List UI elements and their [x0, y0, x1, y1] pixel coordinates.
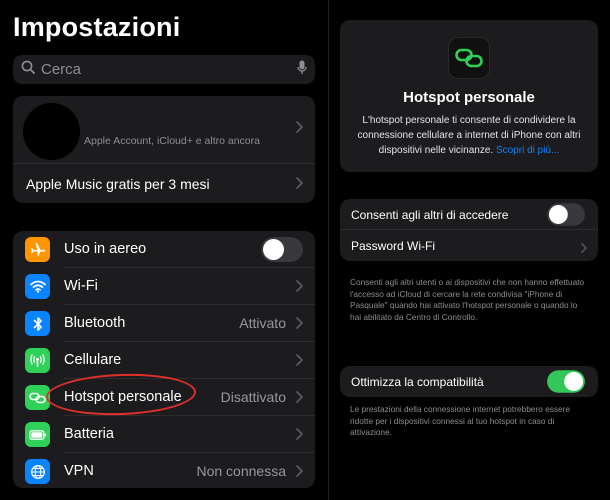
globe-icon: [25, 459, 50, 484]
row-label: Consenti agli altri di accedere: [351, 208, 509, 222]
row-label: Batteria: [64, 426, 114, 442]
row-label: Bluetooth: [64, 315, 126, 331]
learn-more-link[interactable]: Scopri di più...: [496, 145, 559, 156]
microphone-icon[interactable]: [297, 60, 307, 80]
account-row[interactable]: Apple Account, iCloud+ e altro ancora: [13, 96, 315, 163]
chevron-right-icon: [296, 390, 303, 408]
compatibility-toggle[interactable]: [547, 370, 585, 393]
link-icon: [25, 385, 50, 410]
link-icon: [448, 37, 490, 79]
row-cellular[interactable]: Cellulare: [13, 342, 315, 379]
page-title: Impostazioni: [13, 12, 181, 42]
row-allow-others[interactable]: Consenti agli altri di accedere: [340, 199, 598, 230]
row-label: Uso in aereo: [64, 241, 147, 257]
row-label: Hotspot personale: [64, 389, 182, 405]
row-wifi[interactable]: Wi-Fi: [13, 268, 315, 305]
detail-description: L'hotspot personale ti consente di condi…: [350, 113, 588, 158]
antenna-icon: [25, 348, 50, 373]
chevron-right-icon: [296, 427, 303, 445]
row-label: Password Wi-Fi: [351, 239, 436, 253]
search-icon: [21, 60, 35, 79]
row-value: Disattivato: [220, 389, 286, 405]
chevron-right-icon: [296, 353, 303, 371]
toggle-knob: [263, 239, 284, 260]
chevron-right-icon: [296, 176, 303, 194]
row-airplane-mode[interactable]: Uso in aereo: [13, 231, 315, 268]
row-vpn[interactable]: VPN Non connessa: [13, 453, 315, 488]
airplane-icon: [25, 237, 50, 262]
search-placeholder[interactable]: Cerca: [41, 61, 297, 78]
account-card: Apple Account, iCloud+ e altro ancora Ap…: [13, 96, 315, 203]
battery-icon: [25, 422, 50, 447]
allow-others-toggle[interactable]: [547, 203, 585, 226]
row-wifi-password[interactable]: Password Wi-Fi: [340, 230, 598, 261]
row-battery[interactable]: Batteria: [13, 416, 315, 453]
row-label: Ottimizza la compatibilità: [351, 375, 484, 389]
settings-sidebar: Impostazioni Cerca Apple Account, iCloud…: [0, 0, 328, 500]
toggle-knob: [548, 205, 568, 224]
airplane-mode-toggle[interactable]: [261, 237, 303, 262]
bluetooth-icon: [25, 311, 50, 336]
chevron-right-icon: [296, 464, 303, 482]
row-value: Attivato: [239, 315, 286, 331]
detail-title: Hotspot personale: [403, 89, 535, 106]
row-label: VPN: [64, 463, 94, 479]
chevron-right-icon: [296, 316, 303, 334]
access-settings-group: Consenti agli altri di accedere Password…: [340, 199, 598, 261]
chevron-right-icon: [296, 279, 303, 297]
promo-label: Apple Music gratis per 3 mesi: [26, 176, 210, 192]
chevron-right-icon: [581, 240, 587, 258]
allow-others-footnote: Consenti agli altri utenti o ai disposit…: [350, 277, 585, 322]
row-label: Wi-Fi: [64, 278, 98, 294]
hotspot-header-card: Hotspot personale L'hotspot personale ti…: [340, 20, 598, 172]
toggle-knob: [564, 372, 584, 391]
search-bar[interactable]: Cerca: [13, 55, 315, 84]
row-value: Non connessa: [196, 463, 286, 479]
row-bluetooth[interactable]: Bluetooth Attivato: [13, 305, 315, 342]
hotspot-detail-pane: Hotspot personale L'hotspot personale ti…: [329, 0, 610, 500]
row-maximize-compatibility[interactable]: Ottimizza la compatibilità: [340, 366, 598, 397]
chevron-right-icon: [296, 120, 303, 138]
apple-music-promo-row[interactable]: Apple Music gratis per 3 mesi: [13, 163, 315, 203]
connectivity-settings-group: Uso in aereo Wi-Fi Bluetooth Attivato Ce…: [13, 231, 315, 488]
avatar: [23, 103, 80, 160]
compatibility-group: Ottimizza la compatibilità: [340, 366, 598, 397]
compatibility-footnote: Le prestazioni della connessione interne…: [350, 404, 571, 437]
account-subtitle: Apple Account, iCloud+ e altro ancora: [84, 135, 260, 147]
row-label: Cellulare: [64, 352, 122, 368]
row-personal-hotspot[interactable]: Hotspot personale Disattivato: [13, 379, 315, 416]
wifi-icon: [25, 274, 50, 299]
